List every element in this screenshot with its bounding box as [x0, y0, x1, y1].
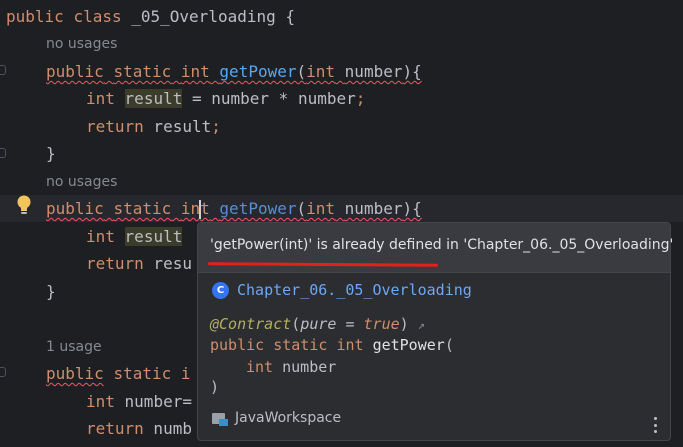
red-annotation-underline [207, 262, 439, 267]
keyword: int [86, 89, 115, 108]
keyword: int [246, 358, 274, 376]
usage-hint[interactable]: 1 usage [46, 336, 102, 358]
method-name: getPower [372, 336, 445, 354]
code-line-method1-body2[interactable]: return result; [86, 113, 221, 140]
keyword: i [180, 364, 191, 383]
param-name: number [344, 62, 403, 81]
variable-highlight: result [124, 227, 183, 246]
code-line-method2-close[interactable]: } [46, 278, 56, 305]
code-line-method2-decl[interactable]: public static int getPower(int number){ [0, 195, 683, 222]
folder-icon [212, 411, 229, 426]
code-line-method3-body1[interactable]: int number= [86, 388, 192, 415]
expression: numb [143, 419, 192, 438]
fold-marker[interactable] [0, 367, 6, 377]
annotation-arg-value: true [363, 315, 400, 333]
code-line-method2-body2[interactable]: return resu [86, 250, 192, 277]
keyword: return [86, 117, 144, 136]
brace: ){ [402, 62, 422, 81]
method-name: getPower [219, 62, 297, 81]
keyword: int [86, 227, 115, 246]
brace: ){ [402, 199, 422, 218]
annotation: @Contract [210, 315, 292, 333]
code-line-method1-decl[interactable]: public static int getPower(int number){ [46, 58, 422, 85]
equals: = [336, 315, 364, 333]
method-name: getPower [219, 199, 297, 218]
usage-hint[interactable]: no usages [46, 171, 117, 193]
keyword: public [210, 336, 265, 354]
brace: { [285, 7, 296, 26]
workspace-name: JavaWorkspace [235, 410, 342, 426]
code-line-method3-decl[interactable]: public static i [46, 360, 191, 387]
keyword: return [86, 254, 144, 273]
more-vertical-icon[interactable] [654, 417, 658, 433]
param-line: int number [246, 356, 336, 378]
keyword: static [113, 199, 172, 218]
expression: result [143, 117, 212, 136]
keyword: public [6, 7, 64, 26]
keyword: static [113, 62, 172, 81]
lightbulb-icon[interactable] [14, 194, 34, 216]
class-name: _05_Overloading [131, 7, 276, 26]
semicolon: ; [211, 117, 221, 136]
code-line-class-decl[interactable]: public class _05_Overloading { [6, 3, 295, 30]
expression: = number * number [182, 89, 356, 108]
param-name: number [344, 199, 403, 218]
paren: ( [444, 336, 454, 354]
keyword: return [86, 419, 144, 438]
keyword: int [336, 336, 364, 354]
keyword: public [46, 62, 104, 81]
keyword: public [46, 199, 104, 218]
error-message: 'getPower(int)' is already defined in 'C… [210, 237, 674, 253]
class-link[interactable]: Chapter_06._05_Overloading [237, 281, 472, 299]
expression: number= [114, 392, 192, 411]
keyword: in [180, 199, 201, 218]
code-line-method2-body1[interactable]: int result [86, 223, 183, 250]
keyword: class [73, 7, 122, 26]
variable-highlight: result [124, 89, 183, 108]
expression: resu [143, 254, 192, 273]
keyword: int [306, 199, 336, 218]
close-paren-line: ) [210, 378, 220, 396]
error-popup[interactable]: 'getPower(int)' is already defined in 'C… [197, 222, 674, 441]
keyword: static [113, 364, 172, 383]
workspace-row: JavaWorkspace [212, 407, 341, 429]
fold-marker[interactable] [0, 65, 6, 75]
param-name: number [282, 358, 337, 376]
paren: ) [399, 315, 409, 333]
class-link-row[interactable]: C Chapter_06._05_Overloading [212, 279, 472, 301]
class-icon: C [212, 281, 229, 299]
keyword: static [273, 336, 328, 354]
paren: ( [291, 315, 301, 333]
code-line-method1-body1[interactable]: int result = number * number; [86, 85, 365, 112]
keyword: t [200, 199, 210, 218]
annotation-arg-name: pure [300, 315, 337, 333]
signature-line: public static int getPower( [210, 334, 454, 356]
annotation-line: @Contract(pure = true) ↗ [210, 313, 425, 335]
usage-hint[interactable]: no usages [46, 33, 117, 55]
semicolon: ; [355, 89, 366, 108]
external-link-icon[interactable]: ↗ [418, 318, 425, 332]
keyword: public [46, 364, 104, 383]
fold-marker[interactable] [0, 148, 6, 158]
keyword: int [86, 392, 115, 411]
keyword: int [180, 62, 210, 81]
code-line-method1-close[interactable]: } [46, 140, 56, 167]
popup-header: 'getPower(int)' is already defined in 'C… [198, 223, 674, 273]
code-line-method3-body2[interactable]: return numb [86, 415, 192, 442]
keyword: int [306, 62, 336, 81]
